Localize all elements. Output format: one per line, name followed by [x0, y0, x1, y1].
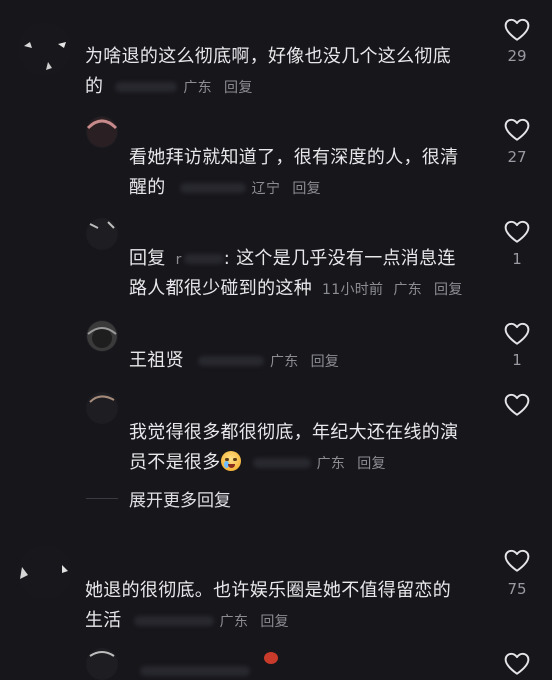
like-button[interactable] — [504, 18, 530, 42]
heart-icon — [504, 18, 530, 41]
avatar[interactable] — [18, 545, 72, 599]
comment-text-cont: : 这个是几乎没有一点消息连 — [223, 248, 456, 269]
crying-laughing-emoji-icon — [220, 451, 241, 471]
reply-button[interactable]: 回复 — [292, 181, 321, 197]
comment-text-cont: 路人都很少碰到的这种 — [129, 278, 312, 299]
redacted-user — [183, 254, 224, 264]
avatar-image — [87, 219, 117, 249]
expand-divider — [86, 498, 118, 499]
heart-icon — [504, 549, 530, 572]
redacted-user — [133, 616, 214, 626]
like-count: 27 — [507, 148, 527, 166]
comment-text: 的 广东 回复 — [85, 72, 253, 103]
avatar-image — [87, 393, 117, 423]
redacted-user — [179, 183, 246, 193]
reply-button[interactable]: 回复 — [311, 354, 340, 370]
comment-text: 王祖贤 广东 回复 — [129, 346, 339, 377]
avatar[interactable] — [18, 22, 72, 76]
partial-emoji-icon — [264, 652, 278, 664]
avatar[interactable] — [86, 392, 118, 424]
like-button[interactable] — [504, 322, 530, 346]
comment-location: 广东 — [183, 80, 212, 96]
avatar-image — [24, 42, 66, 70]
avatar[interactable] — [86, 218, 118, 250]
comment-text: 她退的很彻底。也许娱乐圈是她不值得留恋的 — [85, 580, 451, 601]
like-count: 1 — [512, 351, 522, 369]
avatar-image — [87, 649, 117, 679]
comment-location: 广东 — [269, 354, 299, 370]
comment-text-cont: 王祖贤 — [129, 350, 184, 371]
comment-time: 11小时前 — [322, 282, 384, 298]
heart-icon — [504, 220, 530, 243]
comment-text-cont: 醒的 — [129, 177, 166, 198]
reply-button[interactable]: 回复 — [260, 614, 289, 630]
comment-text: 为啥退的这么彻底啊，好像也没几个这么彻底 — [85, 46, 451, 67]
avatar-image — [86, 117, 118, 147]
like-count: 29 — [507, 47, 527, 65]
comment-text: 生活 广东 回复 — [85, 606, 289, 637]
expand-replies-button[interactable]: 展开更多回复 — [129, 486, 231, 511]
partial-reply-name — [140, 660, 260, 676]
comment-text: 看她拜访就知道了，很有深度的人，很清 — [129, 147, 459, 168]
comment-location: 广东 — [393, 282, 422, 298]
comment-text-cont: 生活 — [85, 610, 122, 631]
comment-text: 员不是很多 广东 回复 — [129, 448, 386, 479]
like-count: 75 — [507, 580, 527, 598]
like-button[interactable] — [504, 652, 530, 676]
comment-text: 我觉得很多都很彻底，年纪大还在线的演 — [129, 422, 459, 443]
heart-icon — [504, 118, 530, 141]
reply-button[interactable]: 回复 — [224, 80, 253, 96]
reply-button[interactable]: 回复 — [357, 456, 386, 472]
avatar[interactable] — [86, 116, 118, 148]
like-count: 1 — [512, 250, 522, 268]
like-button[interactable] — [504, 220, 530, 244]
comment-location: 辽宁 — [251, 181, 281, 197]
heart-icon — [504, 652, 530, 675]
comment-text-cont: 员不是很多 — [129, 452, 221, 473]
comment-text: 路人都很少碰到的这种 11小时前 广东 回复 — [129, 274, 463, 305]
redacted-user — [115, 82, 178, 92]
like-button[interactable] — [504, 118, 530, 142]
comment-location: 广东 — [316, 456, 346, 472]
redacted-user — [252, 458, 311, 468]
reply-prefix: 回复 — [129, 248, 166, 269]
comment-text: 回复 r : 这个是几乎没有一点消息连 — [129, 244, 456, 275]
avatar-image — [87, 321, 117, 351]
comment-location: 广东 — [219, 614, 249, 630]
reply-target-user[interactable]: r — [176, 252, 182, 268]
redacted-user — [197, 356, 264, 366]
heart-icon — [504, 322, 530, 345]
avatar-image — [20, 565, 68, 579]
avatar[interactable] — [86, 320, 118, 352]
like-button[interactable] — [504, 393, 530, 417]
comment-text: 醒的 辽宁 回复 — [129, 173, 321, 204]
avatar[interactable] — [86, 648, 118, 680]
heart-icon — [504, 393, 530, 416]
like-button[interactable] — [504, 549, 530, 573]
comment-text-cont: 的 — [85, 76, 104, 97]
reply-button[interactable]: 回复 — [434, 282, 463, 298]
